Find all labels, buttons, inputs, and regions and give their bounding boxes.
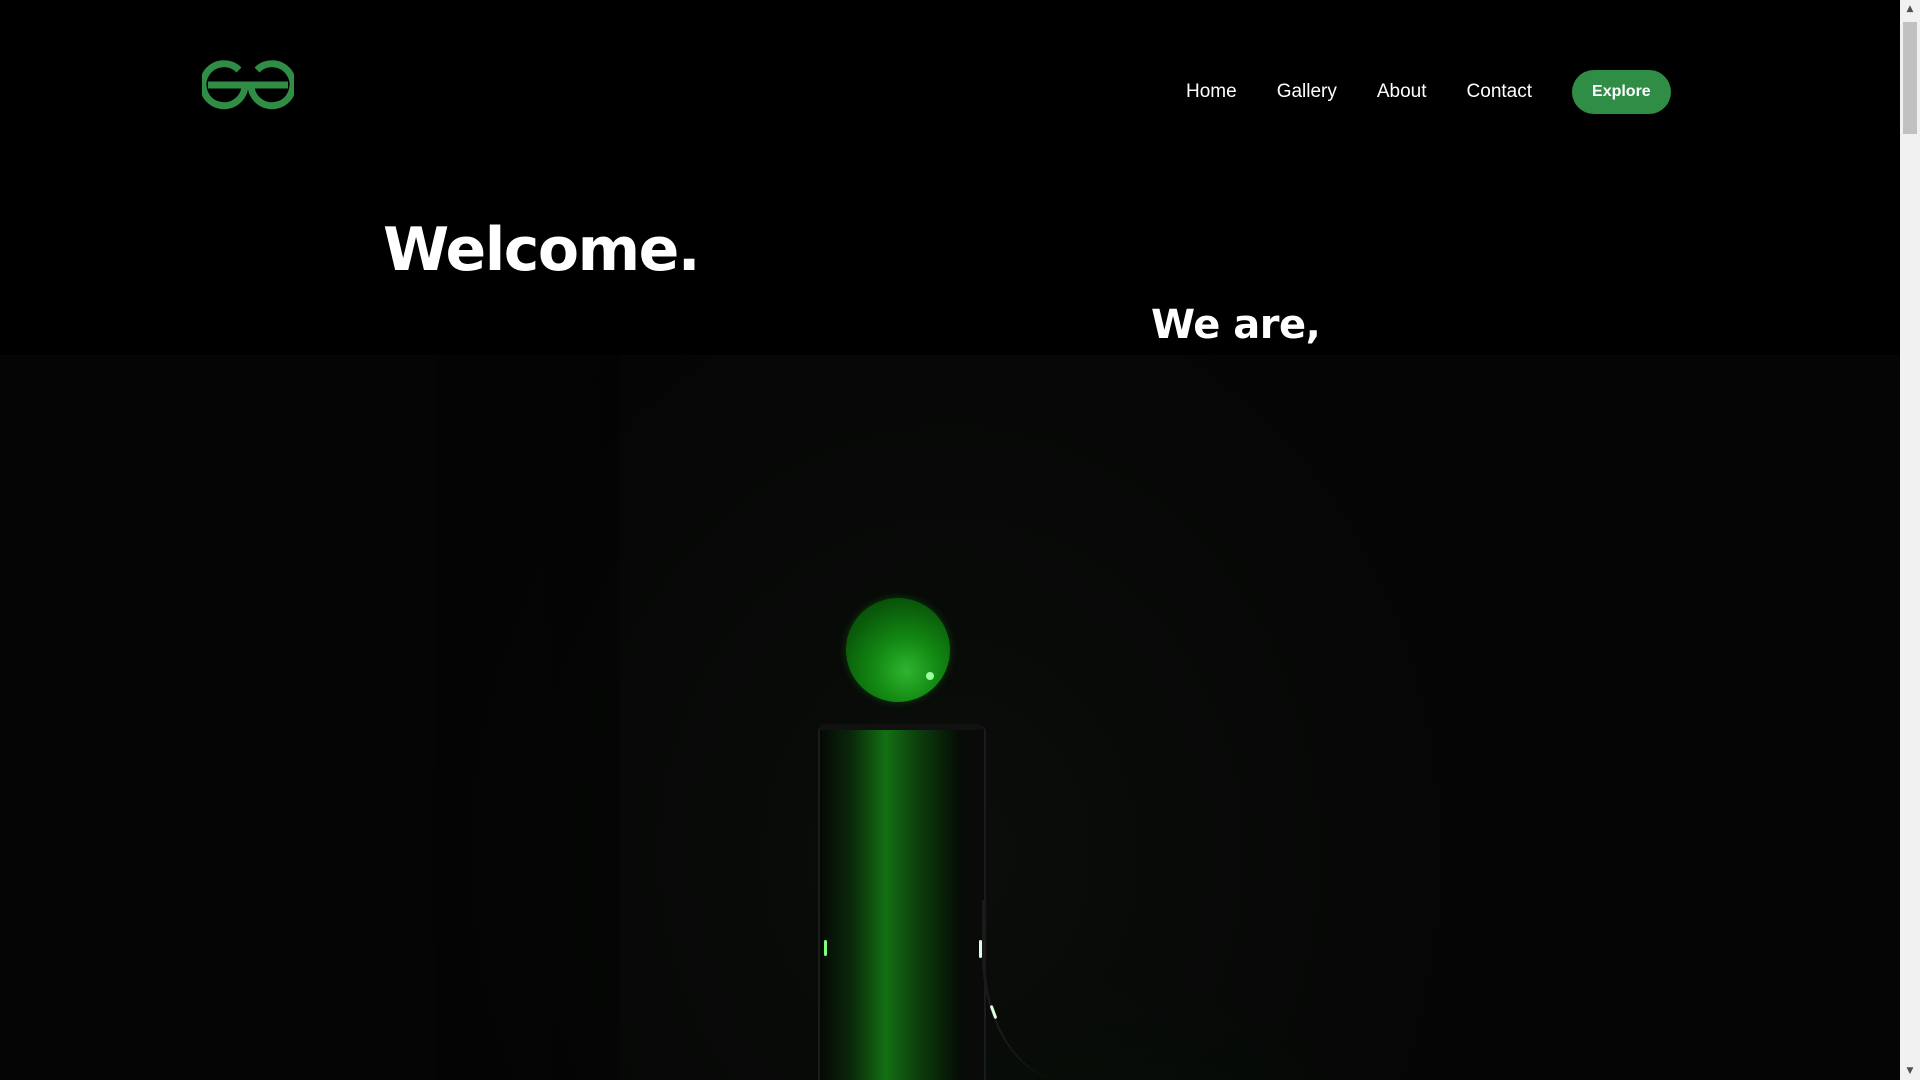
nav-link-gallery[interactable]: Gallery [1277,70,1337,114]
3d-tube-rim [820,724,982,730]
page-scrollbar[interactable]: ▲ ▼ [1900,0,1920,1080]
3d-green-orb [846,598,950,702]
tube-glint-left [824,940,827,956]
scrollbar-thumb[interactable] [1903,22,1917,134]
scroll-down-arrow-icon[interactable]: ▼ [1900,1062,1920,1080]
nav-link-contact[interactable]: Contact [1467,70,1532,114]
hero-title: Welcome. [383,215,701,285]
gfg-logo-icon[interactable] [202,58,294,112]
3d-tube-shape [818,726,986,1080]
hero-subtitle: We are, [1151,302,1321,348]
page-viewport: Home Gallery About Contact Explore Welco… [0,0,1900,1080]
tube-glint-right [979,940,982,958]
scroll-up-arrow-icon[interactable]: ▲ [1900,0,1920,18]
explore-button[interactable]: Explore [1572,70,1671,114]
scene-shadow [360,355,620,1080]
nav-link-about[interactable]: About [1377,70,1427,114]
nav-link-home[interactable]: Home [1186,70,1237,114]
main-nav: Home Gallery About Contact Explore [1186,70,1671,114]
orb-highlight [926,672,934,680]
